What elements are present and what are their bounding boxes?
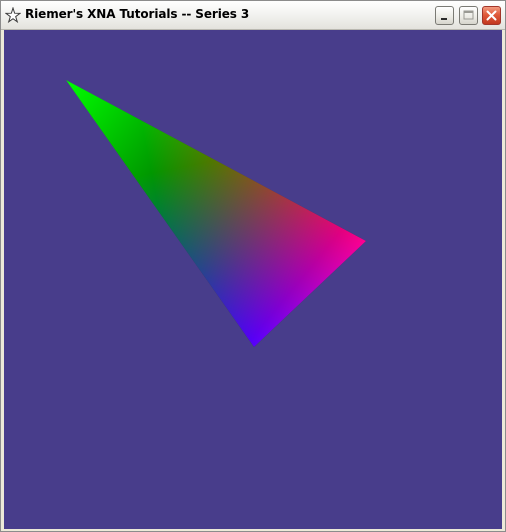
- app-window: Riemer's XNA Tutorials -- Series 3: [0, 0, 506, 532]
- maximize-button[interactable]: [459, 6, 478, 25]
- window-title: Riemer's XNA Tutorials -- Series 3: [25, 7, 250, 21]
- minimize-icon: [441, 18, 447, 20]
- close-button[interactable]: [482, 6, 501, 25]
- title-bar[interactable]: Riemer's XNA Tutorials -- Series 3: [1, 1, 505, 30]
- close-icon: [486, 10, 497, 21]
- maximize-icon: [463, 10, 474, 20]
- minimize-button[interactable]: [435, 6, 454, 25]
- render-viewport[interactable]: [4, 30, 502, 529]
- star-icon[interactable]: [4, 6, 22, 24]
- scene-canvas: [4, 30, 502, 529]
